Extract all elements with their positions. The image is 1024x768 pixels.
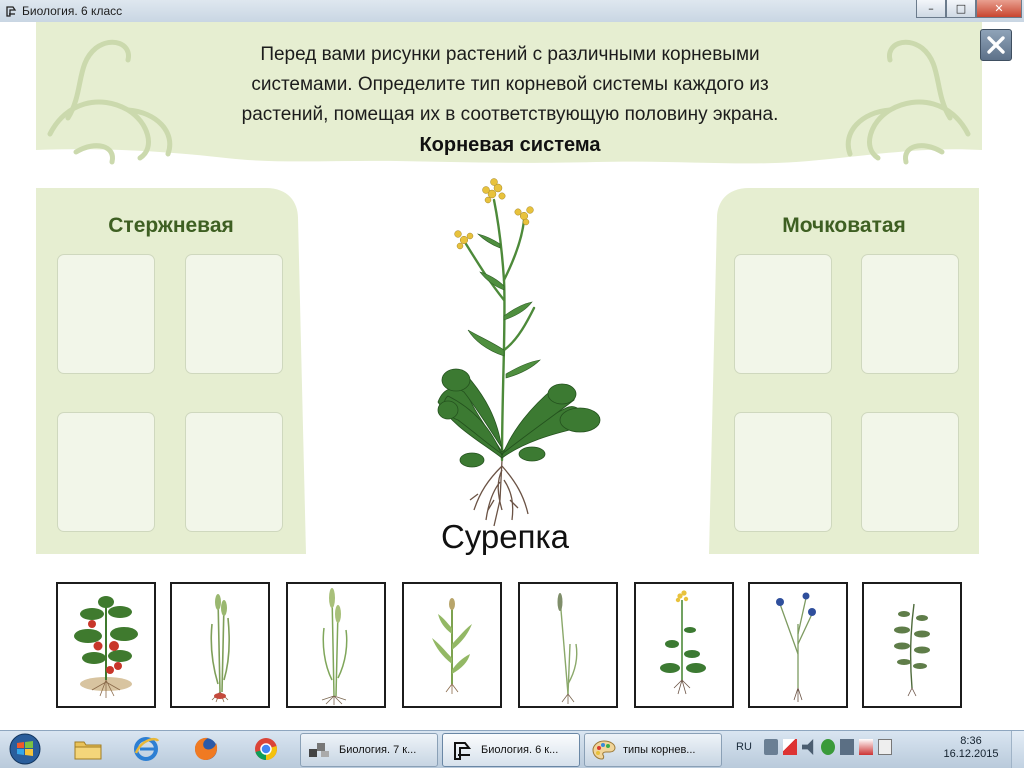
security-alert-icon[interactable] [783, 739, 797, 755]
app-icon [6, 6, 17, 17]
ie-pinned[interactable] [120, 733, 172, 765]
drop-slot[interactable] [185, 412, 283, 532]
start-button[interactable] [4, 732, 46, 766]
taproot-label: Стержневая [108, 214, 234, 237]
instruction-line: растений, помещая их в соответствующую п… [241, 104, 779, 125]
window-controls: – □ ✕ [916, 0, 1022, 18]
instruction-text: Перед вами рисунки растений с различными… [160, 40, 860, 130]
window-title-bar: Биология. 6 класс – □ ✕ [0, 0, 1024, 23]
taproot-panel: Стержневая [36, 188, 306, 554]
fern-plant-icon [894, 603, 930, 697]
minimize-icon: – [928, 2, 934, 15]
close-icon: ✕ [994, 2, 1004, 15]
close-exercise-button[interactable] [980, 29, 1012, 61]
plant-card[interactable] [170, 582, 270, 708]
task-label: Биология. 6 к... [481, 744, 559, 756]
instruction-line: Перед вами рисунки растений с различными… [260, 44, 760, 65]
explorer-pinned[interactable] [62, 733, 114, 765]
maximize-icon: □ [955, 2, 967, 15]
plant-card[interactable] [748, 582, 848, 708]
show-desktop-button[interactable] [1011, 731, 1024, 768]
app-icon [454, 742, 472, 760]
chrome-pinned[interactable] [240, 733, 292, 765]
plant-card[interactable] [862, 582, 962, 708]
wintercress-illustration[interactable] [428, 170, 628, 538]
fibrous-label: Мочковатая [782, 214, 906, 237]
clock-date: 16.12.2015 [943, 748, 999, 760]
window-title: Биология. 6 класс [22, 4, 123, 18]
paint-palette-icon [592, 740, 616, 760]
folder-icon [74, 741, 102, 760]
corn-plant-icon [432, 598, 472, 694]
wheat-plant-icon [321, 588, 348, 705]
drop-slot[interactable] [185, 254, 283, 374]
firefox-pinned[interactable] [180, 733, 232, 765]
language-indicator[interactable]: RU [736, 741, 752, 753]
drop-slot[interactable] [734, 412, 832, 532]
speaker-icon[interactable] [802, 739, 814, 755]
chrome-icon [255, 738, 277, 760]
close-icon [987, 36, 1005, 54]
action-center-flag-icon[interactable] [878, 739, 892, 755]
instruction-line: системами. Определите тип корневой систе… [251, 74, 769, 95]
plant-card[interactable] [286, 582, 386, 708]
drop-slot[interactable] [57, 254, 155, 374]
plant-name: Сурепка [440, 518, 570, 555]
clock[interactable]: 8:36 16.12.2015 [936, 735, 1006, 760]
battery-icon[interactable] [859, 739, 873, 755]
keyboard-icon[interactable] [764, 739, 778, 755]
taskbar: Биология. 7 к... Биология. 6 к... типы к… [0, 730, 1024, 768]
internet-explorer-icon [134, 737, 160, 761]
firefox-icon [195, 737, 218, 760]
task-label: типы корнев... [623, 744, 696, 756]
drop-slot[interactable] [734, 254, 832, 374]
task-button[interactable]: типы корнев... [584, 733, 722, 767]
system-tray [764, 739, 892, 755]
section-title: Корневая система [419, 134, 601, 156]
cornflower-plant-icon [776, 592, 816, 702]
plant-card[interactable] [634, 582, 734, 708]
rye-plant-icon [557, 593, 578, 704]
drop-slot[interactable] [861, 254, 959, 374]
app-icon [309, 743, 329, 757]
plant-card[interactable] [518, 582, 618, 708]
plant-card[interactable] [402, 582, 502, 708]
grass-plant-icon [210, 594, 230, 703]
antivirus-icon[interactable] [821, 739, 835, 755]
app-area: Перед вами рисунки растений с различными… [0, 22, 1024, 730]
task-button[interactable]: Биология. 7 к... [300, 733, 438, 767]
maximize-button[interactable]: □ [946, 0, 976, 18]
clock-time: 8:36 [960, 735, 982, 747]
close-window-button[interactable]: ✕ [976, 0, 1022, 18]
drop-slot[interactable] [861, 412, 959, 532]
task-button[interactable]: Биология. 6 к... [442, 733, 580, 767]
network-icon[interactable] [840, 739, 854, 755]
wintercress-plant-icon [660, 590, 706, 695]
plant-card[interactable] [56, 582, 156, 708]
minimize-button[interactable]: – [916, 0, 946, 18]
tomato-plant-icon [74, 596, 138, 698]
fibrous-panel: Мочковатая [709, 188, 979, 554]
drop-slot[interactable] [57, 412, 155, 532]
task-label: Биология. 7 к... [339, 744, 417, 756]
